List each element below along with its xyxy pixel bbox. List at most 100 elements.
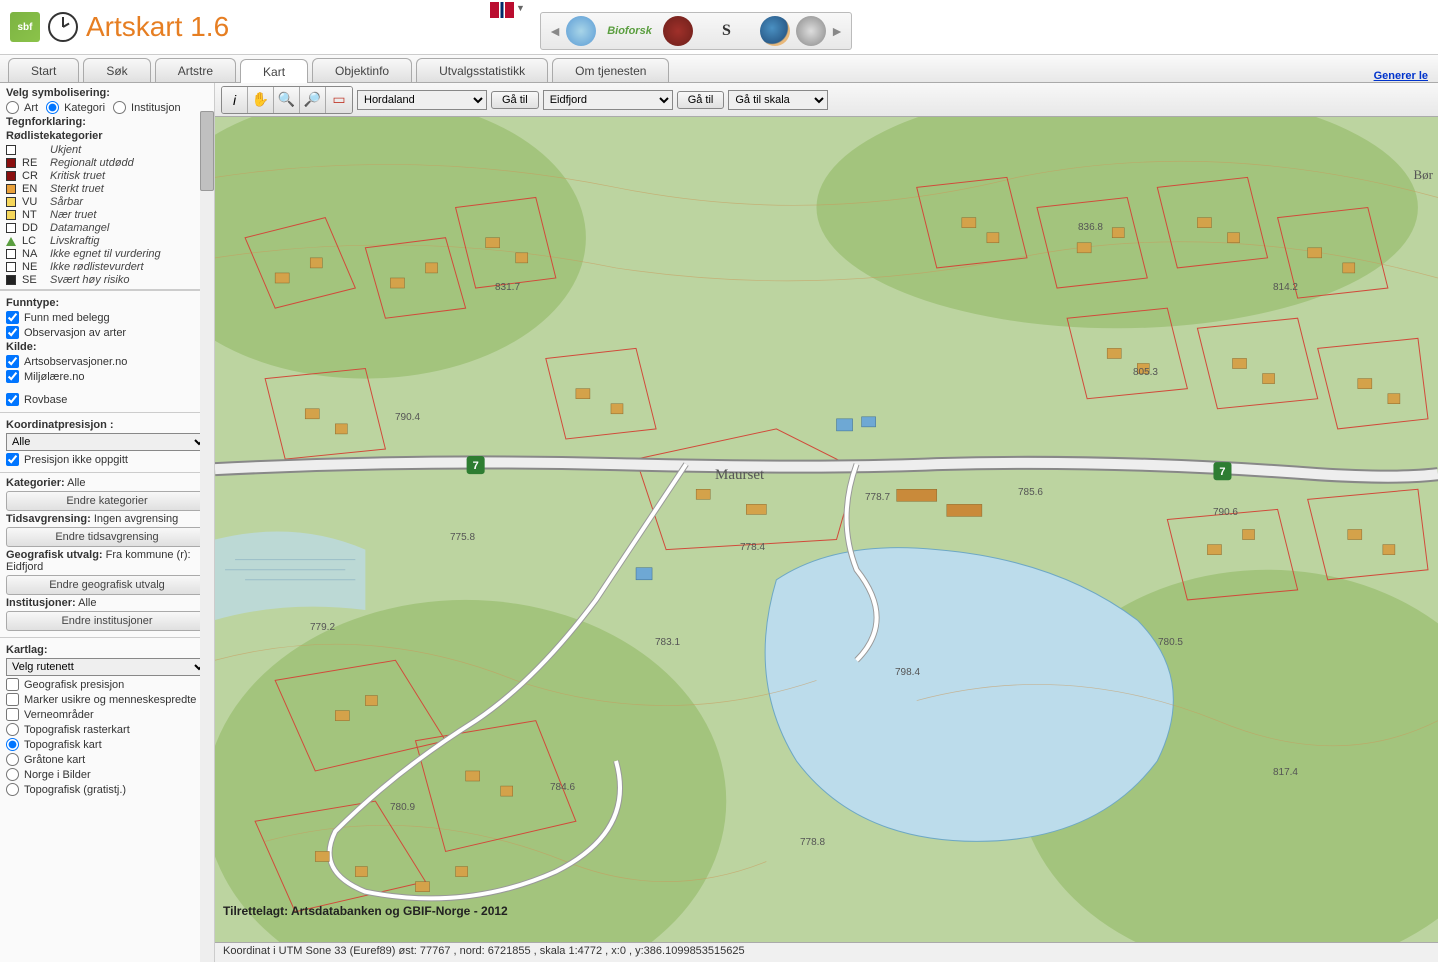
tids-label: Tidsavgrensing: <box>6 513 91 525</box>
tab-kart[interactable]: Kart <box>240 59 308 83</box>
map-attribution: Tilrettelagt: Artsdatabanken og GBIF-Nor… <box>223 904 508 918</box>
legend-row: LCLivskraftig <box>6 235 208 247</box>
info-tool[interactable]: i <box>222 87 248 113</box>
spot-height: 780.9 <box>390 802 415 813</box>
spot-height: 814.2 <box>1273 282 1298 293</box>
flag-icon[interactable] <box>490 2 514 18</box>
tab-sok[interactable]: Søk <box>83 58 150 82</box>
tab-objektinfo[interactable]: Objektinfo <box>312 58 412 82</box>
spot-height: 790.4 <box>395 412 420 423</box>
legend-swatch <box>6 210 16 220</box>
spot-height: 778.7 <box>865 492 890 503</box>
partner-logo-bioforsk[interactable]: Bioforsk <box>602 16 657 46</box>
kartlag-option[interactable]: Topografisk (gratistj.) <box>6 783 208 796</box>
kilde-check[interactable]: Rovbase <box>6 393 208 406</box>
koord-label: Koordinatpresisjon : <box>6 419 208 431</box>
scale-select[interactable]: Gå til skala <box>728 90 828 110</box>
kartlag-option[interactable]: Marker usikre og menneskespredte <box>6 693 208 706</box>
svg-text:7: 7 <box>1219 466 1225 478</box>
svg-text:7: 7 <box>473 460 479 472</box>
legend-row: CRKritisk truet <box>6 170 208 182</box>
partner-logo-1[interactable] <box>566 16 596 46</box>
endre-tids-button[interactable]: Endre tidsavgrensing <box>6 527 208 547</box>
zoom-out-tool[interactable]: 🔎 <box>300 87 326 113</box>
tab-bar: StartSøkArtstreKartObjektinfoUtvalgsstat… <box>0 55 1438 83</box>
endre-inst-button[interactable]: Endre institusjoner <box>6 611 208 631</box>
symbol-radio-kategori[interactable]: Kategori <box>46 101 105 114</box>
partner-prev-arrow[interactable]: ◄ <box>547 23 563 39</box>
spot-height: 779.2 <box>310 622 335 633</box>
legend-swatch-triangle <box>6 237 16 246</box>
region-select[interactable]: Hordaland <box>357 90 487 110</box>
coord-bar: Koordinat i UTM Sone 33 (Euref89) øst: 7… <box>215 942 1438 962</box>
header: sbf Artskart 1.6 ▼ ◄ Bioforsk S ► <box>0 0 1438 55</box>
legend-swatch <box>6 145 16 155</box>
funntype-label: Funntype: <box>6 297 208 309</box>
pan-tool[interactable]: ✋ <box>248 87 274 113</box>
spot-height: 778.4 <box>740 542 765 553</box>
tab-utvalg[interactable]: Utvalgsstatistikk <box>416 58 548 82</box>
sidebar-scrollbar[interactable] <box>200 111 214 962</box>
kartlag-option[interactable]: Topografisk kart <box>6 738 208 751</box>
spot-height: 780.5 <box>1158 637 1183 648</box>
kartlag-option[interactable]: Norge i Bilder <box>6 768 208 781</box>
flag-dropdown-arrow[interactable]: ▼ <box>516 3 525 13</box>
geoutvalg-label: Geografisk utvalg: <box>6 549 103 561</box>
app-title: Artskart 1.6 <box>86 11 229 43</box>
kartlag-option[interactable]: Gråtone kart <box>6 753 208 766</box>
legend-row: VUSårbar <box>6 196 208 208</box>
funntype-check[interactable]: Funn med belegg <box>6 311 208 324</box>
symbol-radio-art[interactable]: Art <box>6 101 38 114</box>
inst-label: Institusjoner: <box>6 597 76 609</box>
kartlag-option[interactable]: Verneområder <box>6 708 208 721</box>
tab-start[interactable]: Start <box>8 58 79 82</box>
kartlag-select[interactable]: Velg rutenett <box>6 658 208 676</box>
spot-height: 836.8 <box>1078 222 1103 233</box>
kilde-check[interactable]: Miljølære.no <box>6 370 208 383</box>
spot-height: 783.1 <box>655 637 680 648</box>
goto-kommune-button[interactable]: Gå til <box>677 91 725 109</box>
endre-geoutvalg-button[interactable]: Endre geografisk utvalg <box>6 575 208 595</box>
tab-om[interactable]: Om tjenesten <box>552 58 669 82</box>
spot-height: 817.4 <box>1273 767 1298 778</box>
kartlag-label: Kartlag: <box>6 644 208 656</box>
spot-height: 785.6 <box>1018 487 1043 498</box>
legend-swatch <box>6 184 16 194</box>
spot-height: 805.3 <box>1133 367 1158 378</box>
legend-row: RERegionalt utdødd <box>6 157 208 169</box>
tab-artstre[interactable]: Artstre <box>155 58 236 82</box>
legend-row: NAIkke egnet til vurdering <box>6 248 208 260</box>
goto-region-button[interactable]: Gå til <box>491 91 539 109</box>
kommune-select[interactable]: Eidfjord <box>543 90 673 110</box>
kartlag-option[interactable]: Geografisk presisjon <box>6 678 208 691</box>
endre-kategorier-button[interactable]: Endre kategorier <box>6 491 208 511</box>
partner-logo-3[interactable] <box>663 16 693 46</box>
map-toolbar: i ✋ 🔍 🔎 ▭ Hordaland Gå til Eidfjord Gå t… <box>215 83 1438 117</box>
kilde-check[interactable]: Artsobservasjoner.no <box>6 355 208 368</box>
generate-link[interactable]: Generer le <box>1374 70 1428 82</box>
place-label-maurset: Maurset <box>715 467 764 484</box>
legend-row: ENSterkt truet <box>6 183 208 195</box>
symbolisering-label: Velg symbolisering: <box>6 87 208 99</box>
kategorier-label: Kategorier: <box>6 477 65 489</box>
symbol-radio-institusjon[interactable]: Institusjon <box>113 101 181 114</box>
select-tool[interactable]: ▭ <box>326 87 352 113</box>
partner-logo-6[interactable] <box>796 16 826 46</box>
spot-height: 798.4 <box>895 667 920 678</box>
koord-select[interactable]: Alle <box>6 433 208 451</box>
spot-height: 778.8 <box>800 837 825 848</box>
legend-row: Ukjent <box>6 144 208 156</box>
zoom-in-tool[interactable]: 🔍 <box>274 87 300 113</box>
partner-logo-5[interactable] <box>760 16 790 46</box>
koord-check[interactable]: Presisjon ikke oppgitt <box>6 453 208 466</box>
kilde-label: Kilde: <box>6 341 208 353</box>
legend-title: Tegnforklaring: <box>6 116 208 128</box>
partner-next-arrow[interactable]: ► <box>829 23 845 39</box>
redlist-title: Rødlistekategorier <box>6 130 208 142</box>
partner-logo-us[interactable]: S <box>699 16 754 46</box>
kartlag-option[interactable]: Topografisk rasterkart <box>6 723 208 736</box>
spot-height: 790.6 <box>1213 507 1238 518</box>
map-canvas[interactable]: 7 7 <box>215 117 1438 942</box>
funntype-check[interactable]: Observasjon av arter <box>6 326 208 339</box>
clock-icon <box>48 12 78 42</box>
